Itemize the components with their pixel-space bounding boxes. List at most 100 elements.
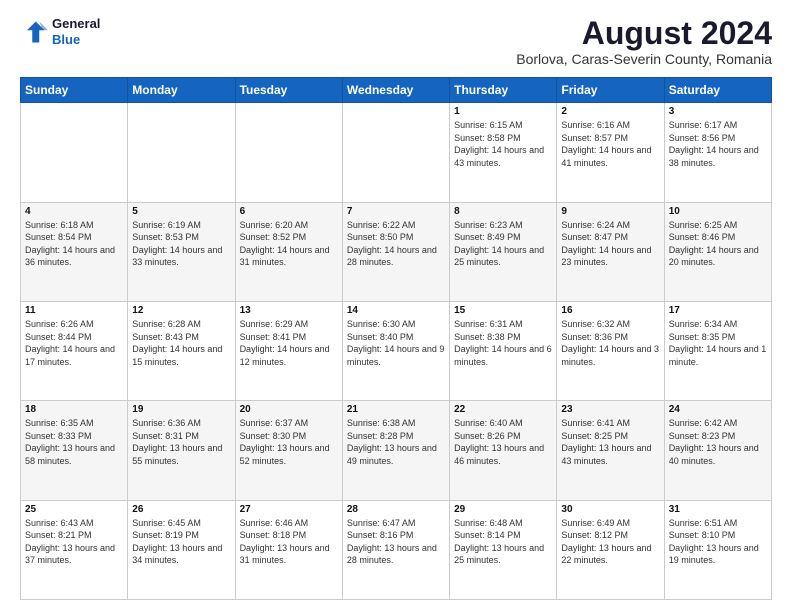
calendar-cell: 26 Sunrise: 6:45 AM Sunset: 8:19 PM Dayli… [128, 500, 235, 599]
calendar-week-4: 18Sunrise: 6:35 AM Sunset: 8:33 PM Dayli… [21, 401, 772, 500]
title-block: August 2024 Borlova, Caras-Severin Count… [516, 16, 772, 67]
day-number: 28 [347, 504, 445, 515]
calendar-cell: 12Sunrise: 6:28 AM Sunset: 8:43 PM Dayli… [128, 301, 235, 400]
calendar-cell: 29Sunrise: 6:48 AM Sunset: 8:14 PM Dayli… [450, 500, 557, 599]
calendar-cell: 11 Sunrise: 6:26 AM Sunset: 8:44 PM Dayli… [21, 301, 128, 400]
day-info: Sunrise: 6:15 AM Sunset: 8:58 PM Dayligh… [454, 119, 552, 169]
day-info: Sunrise: 6:31 AM Sunset: 8:38 PM Dayligh… [454, 318, 552, 368]
calendar-cell: 3 Sunrise: 6:17 AM Sunset: 8:56 PM Daylig… [664, 103, 771, 202]
day-info: Sunrise: 6:41 AM Sunset: 8:25 PM Dayligh… [561, 417, 659, 467]
col-monday: Monday [128, 78, 235, 103]
day-info: Sunrise: 6:32 AM Sunset: 8:36 PM Dayligh… [561, 318, 659, 368]
calendar-cell: 31 Sunrise: 6:51 AM Sunset: 8:10 PM Dayli… [664, 500, 771, 599]
header: General Blue August 2024 Borlova, Caras-… [20, 16, 772, 67]
day-info: Sunrise: 6:22 AM Sunset: 8:50 PM Dayligh… [347, 219, 445, 269]
calendar-cell: 1Sunrise: 6:15 AM Sunset: 8:58 PM Daylig… [450, 103, 557, 202]
calendar-cell: 27 Sunrise: 6:46 AM Sunset: 8:18 PM Dayli… [235, 500, 342, 599]
logo-line1: General [52, 16, 100, 32]
day-info: Sunrise: 6:38 AM Sunset: 8:28 PM Dayligh… [347, 417, 445, 467]
day-info: Sunrise: 6:29 AM Sunset: 8:41 PM Dayligh… [240, 318, 338, 368]
day-info: Sunrise: 6:49 AM Sunset: 8:12 PM Dayligh… [561, 517, 659, 567]
day-info: Sunrise: 6:17 AM Sunset: 8:56 PM Dayligh… [669, 119, 767, 169]
day-number: 24 [669, 404, 767, 415]
calendar-week-3: 11 Sunrise: 6:26 AM Sunset: 8:44 PM Dayli… [21, 301, 772, 400]
day-number: 22 [454, 404, 552, 415]
day-number: 18 [25, 404, 123, 415]
calendar-header-row: Sunday Monday Tuesday Wednesday Thursday… [21, 78, 772, 103]
day-number: 2 [561, 106, 659, 117]
day-info: Sunrise: 6:36 AM Sunset: 8:31 PM Dayligh… [132, 417, 230, 467]
calendar-cell: 28 Sunrise: 6:47 AM Sunset: 8:16 PM Dayli… [342, 500, 449, 599]
day-number: 29 [454, 504, 552, 515]
day-info: Sunrise: 6:26 AM Sunset: 8:44 PM Dayligh… [25, 318, 123, 368]
day-info: Sunrise: 6:16 AM Sunset: 8:57 PM Dayligh… [561, 119, 659, 169]
calendar-cell: 2 Sunrise: 6:16 AM Sunset: 8:57 PM Daylig… [557, 103, 664, 202]
day-info: Sunrise: 6:23 AM Sunset: 8:49 PM Dayligh… [454, 219, 552, 269]
col-saturday: Saturday [664, 78, 771, 103]
calendar-cell [21, 103, 128, 202]
calendar-cell [342, 103, 449, 202]
calendar-cell: 30 Sunrise: 6:49 AM Sunset: 8:12 PM Dayli… [557, 500, 664, 599]
calendar-week-5: 25 Sunrise: 6:43 AM Sunset: 8:21 PM Dayli… [21, 500, 772, 599]
day-info: Sunrise: 6:20 AM Sunset: 8:52 PM Dayligh… [240, 219, 338, 269]
day-number: 6 [240, 206, 338, 217]
calendar-cell: 8 Sunrise: 6:23 AM Sunset: 8:49 PM Daylig… [450, 202, 557, 301]
calendar-cell: 13 Sunrise: 6:29 AM Sunset: 8:41 PM Dayli… [235, 301, 342, 400]
day-number: 15 [454, 305, 552, 316]
day-number: 26 [132, 504, 230, 515]
main-title: August 2024 [516, 16, 772, 51]
day-number: 20 [240, 404, 338, 415]
calendar-week-1: 1Sunrise: 6:15 AM Sunset: 8:58 PM Daylig… [21, 103, 772, 202]
calendar-week-2: 4 Sunrise: 6:18 AM Sunset: 8:54 PM Daylig… [21, 202, 772, 301]
calendar-cell: 22Sunrise: 6:40 AM Sunset: 8:26 PM Dayli… [450, 401, 557, 500]
day-info: Sunrise: 6:47 AM Sunset: 8:16 PM Dayligh… [347, 517, 445, 567]
day-number: 30 [561, 504, 659, 515]
day-number: 8 [454, 206, 552, 217]
calendar-cell: 16 Sunrise: 6:32 AM Sunset: 8:36 PM Dayli… [557, 301, 664, 400]
day-info: Sunrise: 6:25 AM Sunset: 8:46 PM Dayligh… [669, 219, 767, 269]
calendar-cell: 23 Sunrise: 6:41 AM Sunset: 8:25 PM Dayli… [557, 401, 664, 500]
day-number: 23 [561, 404, 659, 415]
day-number: 12 [132, 305, 230, 316]
day-number: 9 [561, 206, 659, 217]
logo-text: General Blue [52, 16, 100, 47]
day-info: Sunrise: 6:43 AM Sunset: 8:21 PM Dayligh… [25, 517, 123, 567]
calendar-cell: 9 Sunrise: 6:24 AM Sunset: 8:47 PM Daylig… [557, 202, 664, 301]
calendar-cell: 18Sunrise: 6:35 AM Sunset: 8:33 PM Dayli… [21, 401, 128, 500]
day-number: 25 [25, 504, 123, 515]
page: General Blue August 2024 Borlova, Caras-… [0, 0, 792, 612]
day-info: Sunrise: 6:45 AM Sunset: 8:19 PM Dayligh… [132, 517, 230, 567]
calendar-cell: 5 Sunrise: 6:19 AM Sunset: 8:53 PM Daylig… [128, 202, 235, 301]
calendar-cell: 21Sunrise: 6:38 AM Sunset: 8:28 PM Dayli… [342, 401, 449, 500]
day-number: 11 [25, 305, 123, 316]
day-number: 7 [347, 206, 445, 217]
day-info: Sunrise: 6:37 AM Sunset: 8:30 PM Dayligh… [240, 417, 338, 467]
calendar-cell: 6 Sunrise: 6:20 AM Sunset: 8:52 PM Daylig… [235, 202, 342, 301]
logo-line2: Blue [52, 32, 100, 48]
logo-icon [20, 18, 48, 46]
day-info: Sunrise: 6:51 AM Sunset: 8:10 PM Dayligh… [669, 517, 767, 567]
calendar-cell: 17Sunrise: 6:34 AM Sunset: 8:35 PM Dayli… [664, 301, 771, 400]
day-info: Sunrise: 6:18 AM Sunset: 8:54 PM Dayligh… [25, 219, 123, 269]
day-info: Sunrise: 6:24 AM Sunset: 8:47 PM Dayligh… [561, 219, 659, 269]
day-number: 4 [25, 206, 123, 217]
calendar-cell: 15 Sunrise: 6:31 AM Sunset: 8:38 PM Dayli… [450, 301, 557, 400]
day-number: 3 [669, 106, 767, 117]
calendar-cell: 4 Sunrise: 6:18 AM Sunset: 8:54 PM Daylig… [21, 202, 128, 301]
calendar-cell [235, 103, 342, 202]
day-number: 5 [132, 206, 230, 217]
col-sunday: Sunday [21, 78, 128, 103]
day-number: 19 [132, 404, 230, 415]
day-number: 31 [669, 504, 767, 515]
day-number: 16 [561, 305, 659, 316]
calendar-cell: 14Sunrise: 6:30 AM Sunset: 8:40 PM Dayli… [342, 301, 449, 400]
subtitle: Borlova, Caras-Severin County, Romania [516, 51, 772, 67]
calendar-cell: 25 Sunrise: 6:43 AM Sunset: 8:21 PM Dayli… [21, 500, 128, 599]
day-info: Sunrise: 6:19 AM Sunset: 8:53 PM Dayligh… [132, 219, 230, 269]
day-info: Sunrise: 6:42 AM Sunset: 8:23 PM Dayligh… [669, 417, 767, 467]
day-number: 27 [240, 504, 338, 515]
calendar-cell [128, 103, 235, 202]
calendar-cell: 20 Sunrise: 6:37 AM Sunset: 8:30 PM Dayli… [235, 401, 342, 500]
day-info: Sunrise: 6:46 AM Sunset: 8:18 PM Dayligh… [240, 517, 338, 567]
day-number: 13 [240, 305, 338, 316]
